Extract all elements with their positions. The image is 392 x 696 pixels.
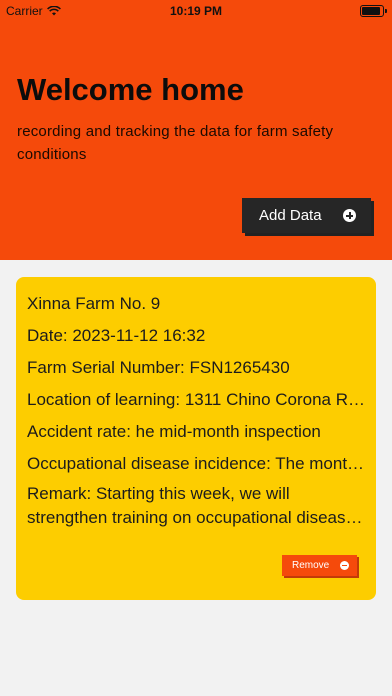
add-data-label: Add Data [259, 207, 322, 224]
battery-icon [360, 5, 387, 17]
record-date: Date: 2023-11-12 16:32 [27, 326, 206, 345]
page-subtitle: recording and tracking the data for farm… [17, 123, 334, 163]
remove-button[interactable]: Remove [282, 555, 357, 576]
farm-record-card: Xinna Farm No. 9 Date: 2023-11-12 16:32 … [16, 277, 376, 600]
remove-label: Remove [292, 560, 330, 571]
status-time: 10:19 PM [169, 4, 223, 18]
farm-name: Xinna Farm No. 9 [27, 294, 161, 313]
header: Carrier 10:19 PM Welcome home recording … [0, 0, 392, 260]
add-data-button[interactable]: Add Data [242, 198, 371, 233]
disease-incidence: Occupational disease incidence: The mont… [27, 454, 367, 473]
accident-rate: Accident rate: he mid-month inspection [27, 422, 321, 441]
location: Location of learning: 1311 Chino Corona … [27, 390, 367, 409]
farm-serial: Farm Serial Number: FSN1265430 [27, 358, 290, 377]
minus-circle-icon [340, 561, 349, 570]
status-bar: Carrier 10:19 PM [0, 0, 392, 22]
remark: Remark: Starting this week, we will stre… [27, 484, 355, 527]
page-title: Welcome home [17, 72, 244, 107]
plus-circle-icon [343, 209, 356, 222]
